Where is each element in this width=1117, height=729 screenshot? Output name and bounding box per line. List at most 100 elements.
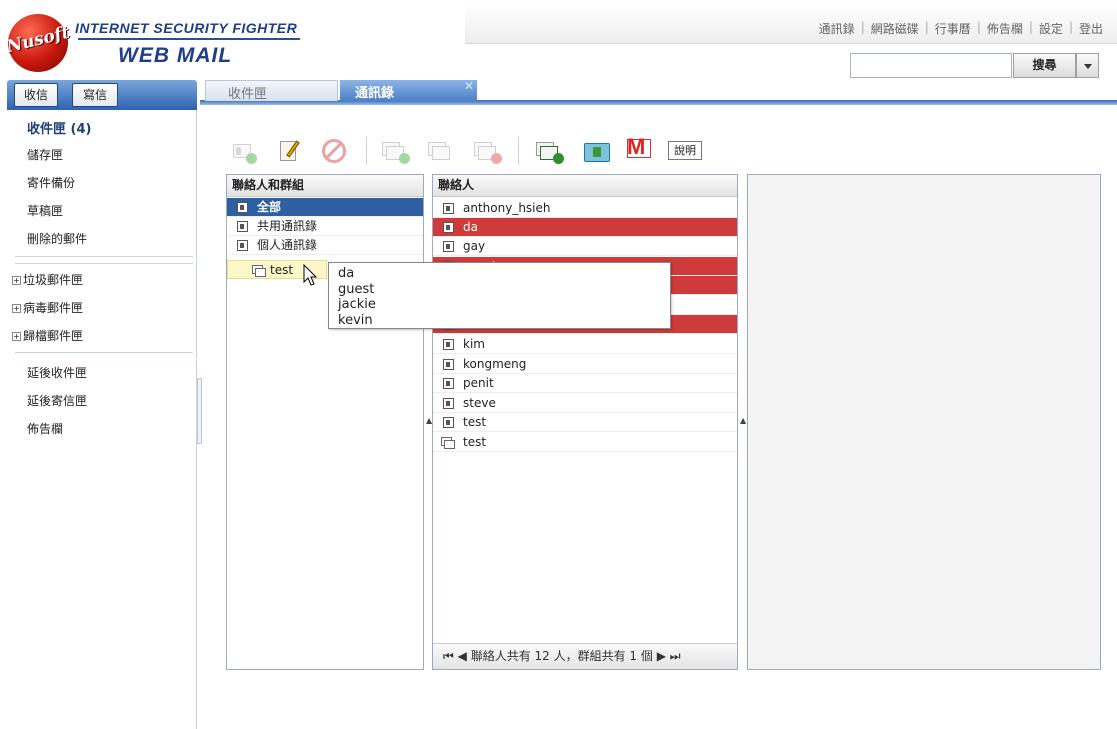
group-icon <box>252 265 266 277</box>
groups-panel: 聯絡人和群組 全部 共用通訊錄 個人通訊錄 test <box>226 174 424 670</box>
group-label: 共用通訊錄 <box>257 219 318 233</box>
tab-inbox[interactable]: 收件匣 <box>205 80 338 102</box>
toolbar-separator <box>518 137 519 165</box>
link-logout[interactable]: 登出 <box>1079 20 1103 37</box>
contact-row[interactable]: gay <box>433 237 737 256</box>
folder-spam[interactable]: + 垃圾郵件匣 <box>12 271 83 288</box>
link-bulletin[interactable]: 佈告欄 <box>987 20 1023 37</box>
contact-row[interactable]: kongmeng <box>433 355 737 374</box>
top-bar: 通訊錄 | 網路磁碟 | 行事曆 | 佈告欄 | 設定 | 登出 <box>465 4 1117 44</box>
contact-row[interactable]: steve <box>433 394 737 413</box>
toolbar-separator <box>366 137 367 165</box>
link-settings[interactable]: 設定 <box>1039 20 1063 37</box>
folder-sidebar: 收件匣 (4) 儲存匣 寄件備份 草稿匣 刪除的郵件 + 垃圾郵件匣 + 病毒郵件匣… <box>7 110 197 729</box>
folder-inbox[interactable]: 收件匣 (4) <box>27 118 91 137</box>
contact-name: kim <box>463 337 485 351</box>
contact-icon <box>443 378 454 389</box>
link-separator: | <box>976 20 981 34</box>
get-mail-button[interactable]: 收信 <box>14 83 58 107</box>
add-group-icon[interactable] <box>380 138 410 164</box>
edit-icon[interactable] <box>276 138 302 164</box>
contact-name: steve <box>463 396 496 410</box>
mouse-cursor-icon <box>303 264 318 286</box>
folder-drafts[interactable]: 草稿匣 <box>27 202 63 219</box>
contact-name: kongmeng <box>463 357 527 371</box>
group-label: 全部 <box>257 200 282 214</box>
help-button[interactable]: 說明 <box>668 141 702 160</box>
drag-item: kevin <box>338 312 373 328</box>
nav-divider <box>15 263 193 264</box>
group-personal[interactable]: 個人通訊錄 <box>227 236 423 255</box>
contact-book-icon <box>237 240 248 251</box>
contact-name: test <box>463 435 487 449</box>
logo-tagline: INTERNET SECURITY FIGHTER <box>75 20 298 36</box>
import-folder-icon[interactable] <box>582 138 612 164</box>
tab-contacts[interactable]: 通訊錄 <box>340 80 477 101</box>
contact-row[interactable]: test <box>433 433 737 452</box>
folder-spam-label: 垃圾郵件匣 <box>23 273 84 287</box>
folder-virus[interactable]: + 病毒郵件匣 <box>12 299 83 316</box>
compose-button[interactable]: 寫信 <box>72 83 118 107</box>
folder-delayed-inbox[interactable]: 延後收件匣 <box>27 364 87 381</box>
link-calendar[interactable]: 行事曆 <box>935 20 971 37</box>
contact-row[interactable]: kim <box>433 335 737 354</box>
drag-tooltip: da guest jackie kevin <box>328 262 671 329</box>
contacts-panel: 聯絡人 anthony_hsieh da gay guest jackie ke… <box>432 174 738 670</box>
close-tab-icon[interactable]: ✕ <box>464 79 474 93</box>
search-dropdown-button[interactable] <box>1076 53 1099 78</box>
drag-item: da <box>338 266 355 281</box>
link-netdisk[interactable]: 網路磁碟 <box>871 20 919 37</box>
contact-name: gay <box>463 239 486 253</box>
delete-group-icon[interactable] <box>472 138 502 164</box>
contact-name: test <box>463 415 487 429</box>
contact-name: anthony_hsieh <box>463 201 551 215</box>
export-contacts-icon[interactable] <box>534 138 564 164</box>
drag-item: guest <box>338 281 375 297</box>
contact-row[interactable]: anthony_hsieh <box>433 199 737 218</box>
folder-archive[interactable]: + 歸檔郵件匣 <box>12 327 83 344</box>
link-separator: | <box>924 20 929 34</box>
sidebar-splitter[interactable] <box>197 378 202 444</box>
delete-icon[interactable] <box>320 138 348 164</box>
contact-book-icon <box>237 221 248 232</box>
folder-saved[interactable]: 儲存匣 <box>27 146 63 163</box>
next-page-icon[interactable]: ▶ <box>657 649 666 663</box>
folder-virus-label: 病毒郵件匣 <box>23 301 84 315</box>
link-separator: | <box>1028 20 1033 34</box>
expand-icon[interactable]: + <box>12 276 21 285</box>
contact-icon <box>443 417 454 428</box>
gmail-import-icon[interactable]: M <box>625 136 657 164</box>
folder-deleted[interactable]: 刪除的郵件 <box>27 230 87 247</box>
contact-row[interactable]: penit <box>433 374 737 393</box>
prev-page-icon[interactable]: ◀ <box>458 649 467 663</box>
edit-group-icon[interactable] <box>426 138 456 164</box>
group-label: 個人通訊錄 <box>257 238 318 252</box>
group-icon <box>441 437 455 449</box>
contact-name: penit <box>463 376 494 390</box>
first-page-icon[interactable]: ⏮ <box>443 649 454 663</box>
contact-row[interactable]: da <box>433 218 737 237</box>
top-links: 通訊錄 | 網路磁碟 | 行事曆 | 佈告欄 | 設定 | 登出 <box>819 20 1103 37</box>
collapse-arrow-icon[interactable]: ▲ <box>740 416 746 425</box>
contact-icon <box>443 398 454 409</box>
add-contact-icon[interactable] <box>229 138 257 164</box>
link-contacts[interactable]: 通訊錄 <box>819 20 855 37</box>
contact-row[interactable]: test <box>433 413 737 432</box>
group-label: test <box>270 263 294 277</box>
folder-sent[interactable]: 寄件備份 <box>27 174 75 191</box>
folder-delayed-outbox[interactable]: 延後寄信匣 <box>27 392 87 409</box>
group-shared[interactable]: 共用通訊錄 <box>227 217 423 236</box>
expand-icon[interactable]: + <box>12 332 21 341</box>
search-input[interactable] <box>850 53 1012 78</box>
group-all[interactable]: 全部 <box>227 198 423 217</box>
expand-icon[interactable]: + <box>12 304 21 313</box>
last-page-icon[interactable]: ⏭ <box>670 649 681 663</box>
contact-book-icon <box>237 202 248 213</box>
nav-divider <box>15 352 193 353</box>
folder-archive-label: 歸檔郵件匣 <box>23 329 84 343</box>
search-button[interactable]: 搜尋 <box>1013 53 1076 78</box>
contact-icon <box>443 203 454 214</box>
folder-bulletin[interactable]: 佈告欄 <box>27 420 63 437</box>
link-separator: | <box>860 20 865 34</box>
collapse-arrow-icon[interactable]: ▲ <box>426 416 432 425</box>
